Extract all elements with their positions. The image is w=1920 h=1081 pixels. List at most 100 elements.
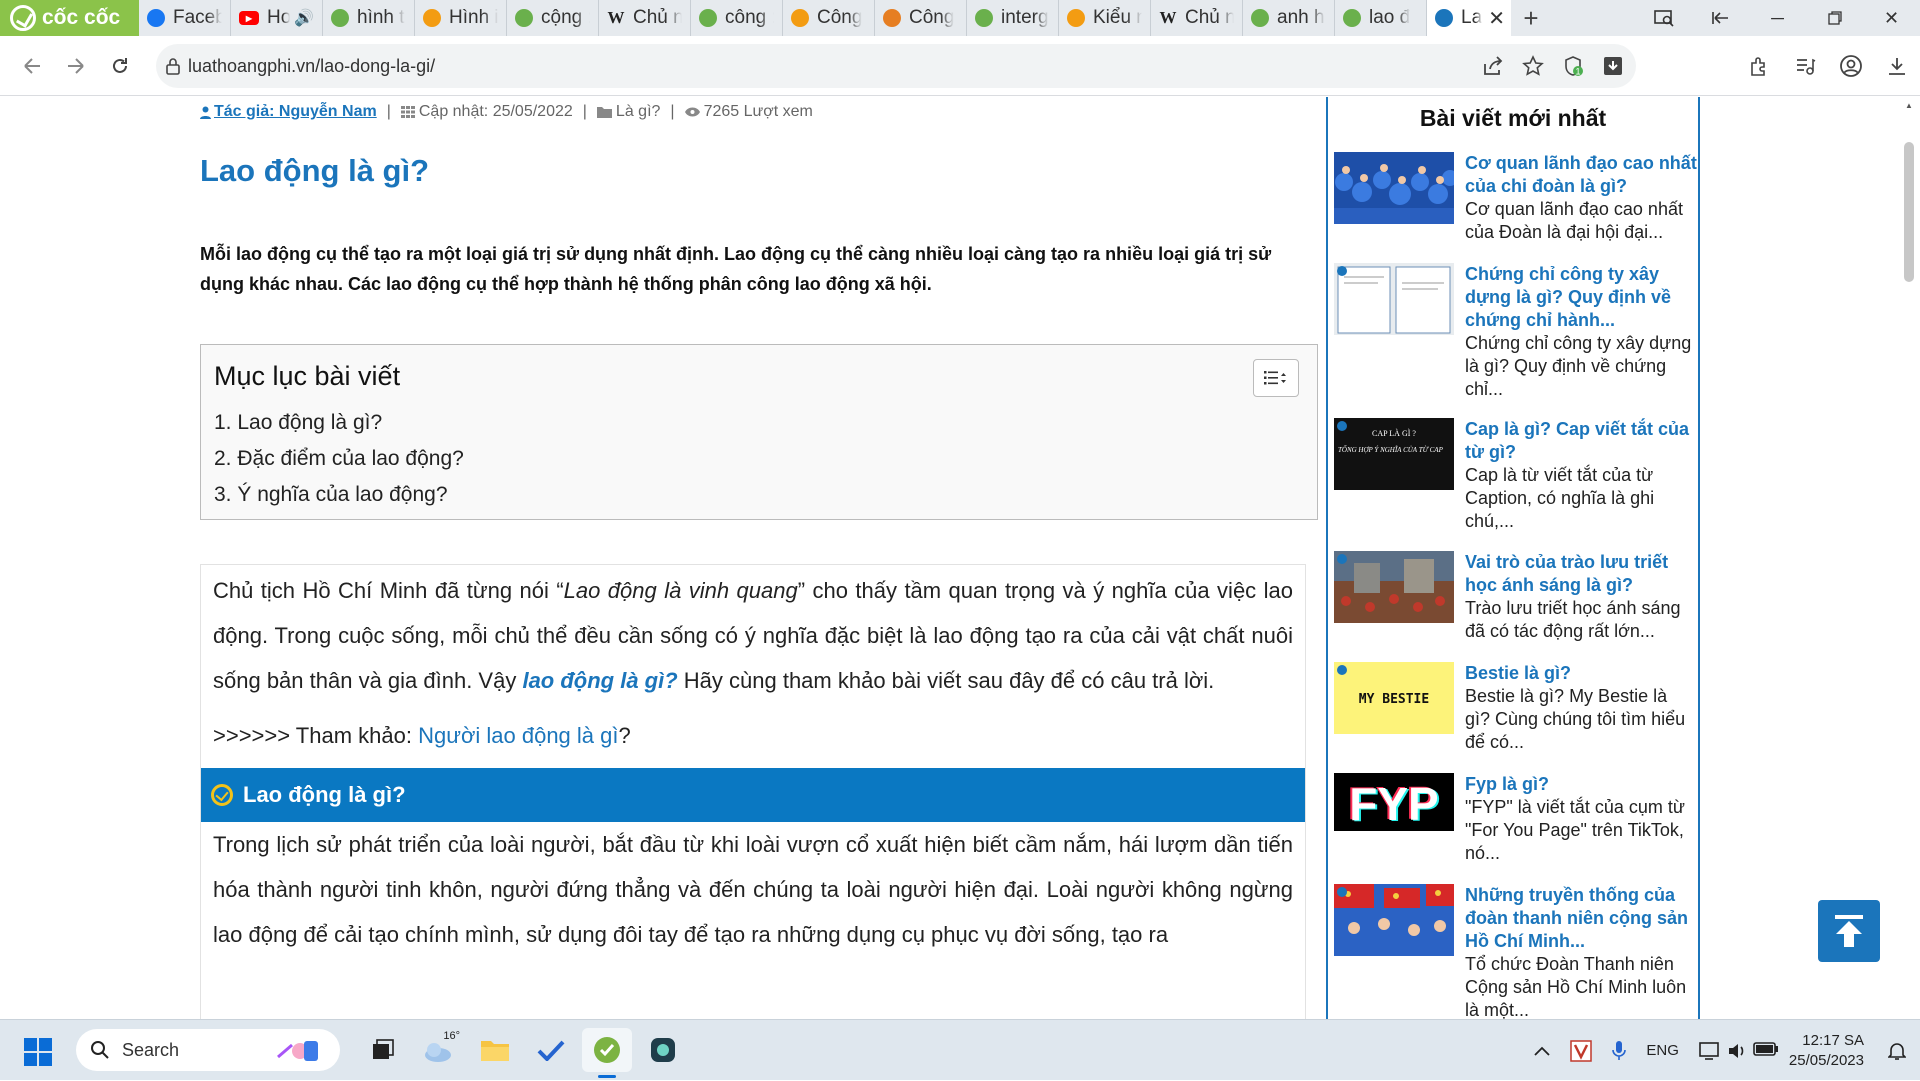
toc-toggle-button[interactable]	[1253, 359, 1299, 397]
antivirus-icon[interactable]	[1560, 1039, 1602, 1062]
browser-tab[interactable]: W Chủ n	[1151, 0, 1243, 36]
wikipedia-icon: W	[607, 8, 625, 27]
new-tab-button[interactable]: +	[1511, 0, 1551, 36]
browser-tab[interactable]: Công	[875, 0, 967, 36]
bookmark-star-icon[interactable]	[1522, 55, 1544, 77]
reference-line: >>>>>> Tham khảo: Người lao động là gì?	[213, 723, 631, 748]
coccoc-menu-button[interactable]: cốc cốc	[0, 0, 139, 36]
scrollbar-thumb[interactable]	[1904, 142, 1914, 282]
reload-button[interactable]	[98, 44, 142, 88]
todo-app-icon[interactable]	[526, 1028, 576, 1072]
post-title-link[interactable]: Chứng chỉ công ty xây dựng là gì? Quy đị…	[1465, 263, 1697, 401]
input-language[interactable]: ENG	[1636, 1042, 1689, 1059]
url-text: luathoangphi.vn/lao-dong-la-gi/	[188, 55, 436, 76]
post-thumbnail[interactable]	[1334, 152, 1454, 224]
category-link[interactable]: Là gì?	[596, 103, 660, 121]
post-excerpt: Bestie là gì? My Bestie là gì? Cùng chún…	[1465, 686, 1686, 752]
system-tray: ENG 12:17 SA 25/05/2023	[1524, 1020, 1920, 1081]
wikipedia-icon: W	[1159, 8, 1177, 27]
coccoc-taskbar-icon[interactable]	[582, 1028, 632, 1078]
weather-widget[interactable]: 16°	[414, 1028, 464, 1072]
notification-icon[interactable]	[1878, 1041, 1920, 1061]
article-meta: Tác giả: Nguyễn Nam | Cập nhật: 25/05/20…	[200, 103, 813, 121]
browser-tab[interactable]: La ✕	[1427, 0, 1511, 36]
toc-list: 1. Lao động là gì? 2. Đặc điểm của lao đ…	[214, 405, 464, 513]
toc-item[interactable]: 3. Ý nghĩa của lao động?	[214, 477, 464, 513]
speaker-icon[interactable]: 🔊	[294, 8, 314, 28]
browser-tab[interactable]: W Chủ n	[599, 0, 691, 36]
post-title-link[interactable]: Cơ quan lãnh đạo cao nhất của chi đoàn l…	[1465, 152, 1697, 244]
start-button[interactable]	[24, 1038, 52, 1066]
tab-search-icon[interactable]	[1635, 0, 1692, 36]
url-bar[interactable]: luathoangphi.vn/lao-dong-la-gi/ 1	[156, 44, 1636, 88]
coccoc-icon	[699, 9, 717, 27]
article-lead: Mỗi lao động cụ thể tạo ra một loại giá …	[200, 244, 1272, 294]
close-tab-icon[interactable]: ✕	[1488, 6, 1505, 31]
close-window-button[interactable]: ✕	[1863, 0, 1920, 36]
post-title-link[interactable]: Vai trò của trào lưu triết học ánh sáng …	[1465, 551, 1697, 643]
browser-tab[interactable]: interg	[967, 0, 1059, 36]
post-title-link[interactable]: Fyp là gì? "FYP" là viết tắt của cụm từ "…	[1465, 773, 1697, 865]
post-thumbnail[interactable]: CAP LÀ GÌ ? TỔNG HỢP Ý NGHĨA CỦA TỪ CAP	[1334, 418, 1454, 490]
post-excerpt: Trào lưu triết học ánh sáng đã có tác độ…	[1465, 598, 1681, 641]
maximize-button[interactable]	[1806, 0, 1863, 36]
chevron-up-icon[interactable]	[1524, 1046, 1560, 1056]
back-to-top-button[interactable]	[1818, 900, 1880, 962]
profile-icon[interactable]	[1828, 54, 1874, 78]
post-thumbnail[interactable]: FYP FYP FYP	[1334, 773, 1454, 845]
browser-tab[interactable]: cộng :	[507, 0, 599, 36]
extensions-icon[interactable]	[1736, 55, 1782, 77]
scroll-up-arrow-icon[interactable]: ▲	[1905, 101, 1913, 110]
view-count: 7265 Lượt xem	[684, 103, 813, 121]
lock-icon[interactable]	[166, 57, 180, 75]
browser-tab[interactable]: hình t	[323, 0, 415, 36]
file-explorer-icon[interactable]	[470, 1028, 520, 1072]
browser-tab[interactable]: lao đ	[1335, 0, 1427, 36]
download-page-icon[interactable]	[1602, 55, 1624, 77]
back-history-icon[interactable]	[1692, 0, 1749, 36]
playlist-icon[interactable]	[1782, 55, 1828, 77]
omnibox-actions: 1	[1482, 44, 1624, 88]
browser-tab[interactable]: Hình i	[415, 0, 507, 36]
author-link[interactable]: Tác giả: Nguyễn Nam	[200, 103, 377, 121]
downloads-icon[interactable]	[1874, 55, 1920, 77]
coccoc-icon	[975, 9, 993, 27]
post-title-link[interactable]: Bestie là gì? Bestie là gì? My Bestie là …	[1465, 662, 1697, 754]
post-title-link[interactable]: Những truyền thống của đoàn thanh niên c…	[1465, 884, 1697, 1019]
toc-item[interactable]: 1. Lao động là gì?	[214, 405, 464, 441]
page-scrollbar[interactable]: ▲	[1900, 97, 1920, 1019]
microphone-icon[interactable]	[1602, 1040, 1636, 1062]
browser-tab[interactable]: Kiểu n	[1059, 0, 1151, 36]
shield-icon[interactable]: 1	[1562, 55, 1584, 77]
browser-tab[interactable]: Faceb	[139, 0, 231, 36]
toc-item[interactable]: 2. Đặc điểm của lao động?	[214, 441, 464, 477]
keyword-link[interactable]: lao động là gì?	[522, 668, 677, 693]
tab-label: interg	[1001, 7, 1049, 28]
svg-text:FYP: FYP	[1349, 778, 1438, 830]
forward-button[interactable]	[54, 44, 98, 88]
windows-taskbar: Search 16° ENG 12:17 SA 25/05/2023	[0, 1019, 1920, 1080]
post-thumbnail[interactable]	[1334, 551, 1454, 623]
back-button[interactable]	[10, 44, 54, 88]
taskbar-search-box[interactable]: Search	[76, 1029, 340, 1071]
post-title-link[interactable]: Cap là gì? Cap viết tắt của từ gì? Cap là…	[1465, 418, 1697, 533]
reference-link[interactable]: Người lao động là gì	[418, 723, 618, 748]
share-icon[interactable]	[1482, 56, 1504, 76]
post-excerpt: Cap là từ viết tắt của từ Caption, có ng…	[1465, 465, 1655, 531]
sidebar-heading: Bài viết mới nhất	[1419, 105, 1607, 131]
browser-tab[interactable]: công :	[691, 0, 783, 36]
post-thumbnail[interactable]	[1334, 263, 1454, 335]
post-thumbnail[interactable]	[1334, 884, 1454, 956]
taskbar-clock[interactable]: 12:17 SA 25/05/2023	[1789, 1031, 1878, 1071]
browser-tab[interactable]: Công	[783, 0, 875, 36]
task-view-icon[interactable]	[358, 1028, 408, 1072]
network-icon[interactable]	[1689, 1041, 1789, 1061]
post-thumbnail[interactable]: MY BESTIE	[1334, 662, 1454, 734]
tab-label: Chủ n	[633, 7, 682, 28]
chat-app-icon[interactable]	[638, 1028, 688, 1072]
tab-label: lao đ	[1369, 7, 1411, 28]
browser-tab[interactable]: anh h	[1243, 0, 1335, 36]
post-excerpt: Chứng chỉ công ty xây dựng là gì? Quy đị…	[1465, 333, 1692, 399]
minimize-button[interactable]: ─	[1749, 0, 1806, 36]
browser-tab[interactable]: ▶ Ho 🔊	[231, 0, 323, 36]
